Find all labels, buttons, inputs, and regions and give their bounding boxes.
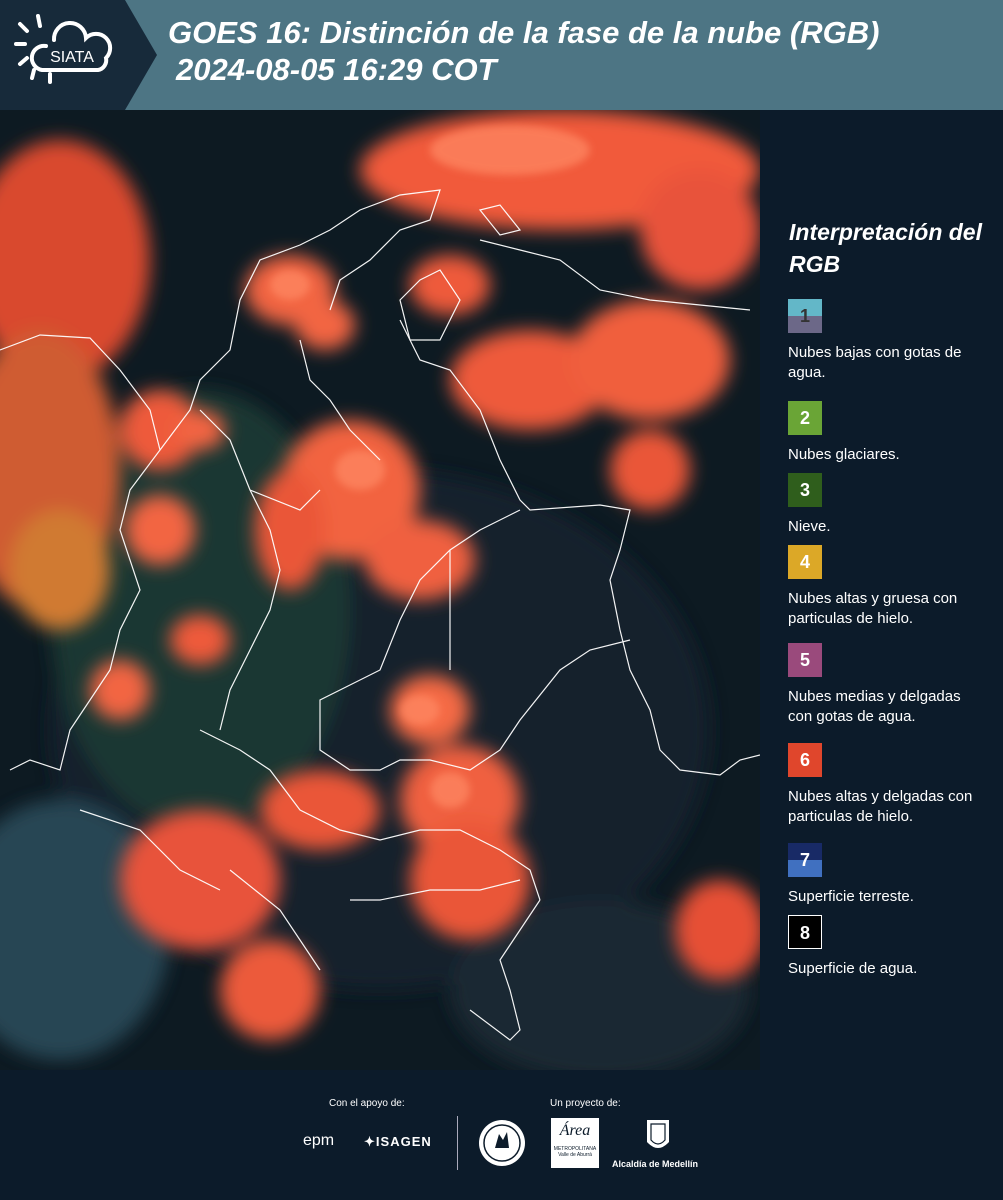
legend-title: Interpretación del RGB [789, 219, 982, 277]
legend-label: Nubes altas y gruesa con particulas de h… [788, 590, 958, 627]
legend-swatch: 1 [788, 299, 822, 333]
legend-label: Superficie terreste. [788, 888, 914, 905]
title-line-1: GOES 16: Distinción de la fase de la nub… [168, 15, 880, 50]
satellite-map-graphic [0, 110, 765, 1080]
page-title: GOES 16: Distinción de la fase de la nub… [168, 14, 879, 88]
legend-panel: Interpretación del RGB 1 Nubes bajas con… [760, 110, 1003, 1070]
legend-label: Nubes glaciares. [788, 446, 900, 463]
legend-label: Nubes altas y delgadas con particulas de… [788, 788, 973, 825]
footer-divider [457, 1116, 458, 1170]
satellite-rgb-image [0, 110, 765, 1080]
legend-label: Superficie de agua. [788, 960, 918, 977]
logo-arrow [125, 0, 157, 110]
isagen-logo: ✦ISAGEN [364, 1134, 432, 1150]
area-subtitle-2: Valle de Aburrá [558, 1152, 592, 1158]
area-metropolitana-logo: Área METROPOLITANA Valle de Aburrá [551, 1118, 599, 1168]
coat-of-arms-icon [647, 1120, 669, 1148]
logo-text: SIATA [50, 49, 94, 66]
isagen-icon: ✦ [364, 1134, 376, 1149]
sun-cloud-icon: SIATA [14, 14, 113, 84]
legend-swatch: 8 [788, 915, 822, 949]
legend-label: Nubes bajas con gotas de agua. [788, 344, 962, 381]
alcaldia-text: Alcaldía de Medellín [612, 1159, 699, 1169]
support-label: Con el apoyo de: [329, 1098, 405, 1109]
legend-swatch: 5 [788, 643, 822, 677]
header-bar: SIATA GOES 16: Distinción de la fase de … [0, 0, 1003, 110]
project-label: Un proyecto de: [550, 1098, 621, 1109]
legend-swatch: 4 [788, 545, 822, 579]
seal-icon [479, 1120, 525, 1166]
epm-logo: epm [303, 1132, 335, 1149]
legend-label: Nubes medias y delgadas con gotas de agu… [788, 688, 961, 725]
footer: Con el apoyo de: Un proyecto de: epm ✦IS… [0, 1070, 1003, 1200]
isagen-text: ISAGEN [375, 1134, 432, 1149]
siata-logo: SIATA [0, 0, 125, 110]
legend-swatch: 7 [788, 843, 822, 877]
legend-swatch: 6 [788, 743, 822, 777]
legend-swatch: 2 [788, 401, 822, 435]
legend-label: Nieve. [788, 518, 831, 535]
legend-swatch: 3 [788, 473, 822, 507]
title-line-2: 2024-08-05 16:29 COT [176, 52, 497, 87]
area-title: Área [559, 1122, 591, 1139]
